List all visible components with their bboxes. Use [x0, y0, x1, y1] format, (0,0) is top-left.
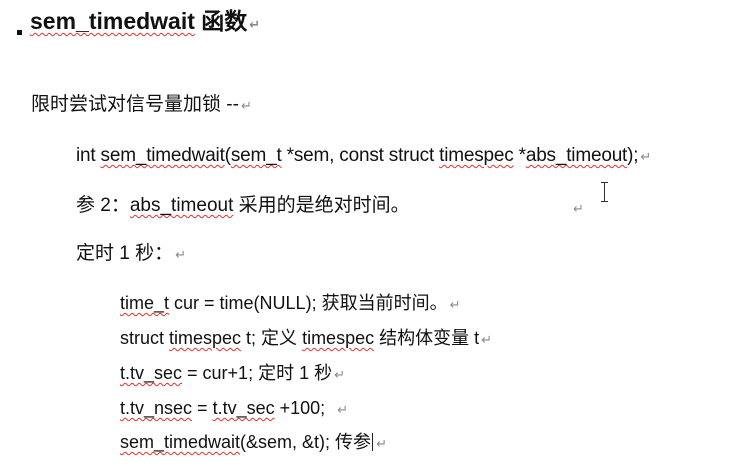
code-timespec-2: timespec: [302, 328, 375, 348]
code-line-2-suffix: 结构体变量 t: [374, 328, 480, 348]
code-line-1: time_t cur = time(NULL); 获取当前时间。 ↵: [120, 294, 460, 312]
text-caret: [372, 433, 374, 451]
code-line-5-text: (&sem, &t); 传参: [240, 432, 372, 452]
code-line-2-text: t; 定义: [241, 328, 303, 348]
code-sem-timedwait: sem_timedwait: [120, 432, 241, 452]
code-tv-nsec: t.tv_nsec: [120, 398, 193, 418]
timer-heading-label: 定时 1 秒：: [76, 243, 174, 264]
sig-params-text: *sem, const struct: [281, 145, 440, 166]
code-line-3: t.tv_sec = cur+1; 定时 1 秒 ↵: [120, 364, 345, 382]
title-suffix: 函数: [194, 8, 248, 34]
sig-sem-type: sem_t: [230, 145, 282, 166]
param-note-suffix: 采用的是绝对时间。: [233, 195, 410, 216]
title-function-name: sem_timedwait: [30, 8, 195, 34]
paragraph-mark-icon: ↵: [334, 367, 345, 382]
function-signature: int sem_timedwait(sem_t *sem, const stru…: [76, 146, 651, 165]
code-line-2: struct timespec t; 定义 timespec 结构体变量 t ↵: [120, 329, 492, 347]
paragraph-mark-icon: ↵: [249, 17, 261, 32]
sig-return-type: int: [76, 145, 101, 166]
code-line-4-suffix: +100;: [274, 398, 326, 418]
paragraph-mark-icon: ↵: [337, 402, 349, 417]
code-assign: =: [192, 398, 213, 418]
paragraph-mark-icon: ↵: [481, 332, 493, 347]
code-struct-keyword: struct: [120, 328, 170, 348]
paragraph-mark-icon: ↵: [449, 297, 461, 312]
heading-bullet: [17, 30, 22, 35]
sig-close-paren: );: [627, 145, 639, 166]
code-line-4: t.tv_nsec = t.tv_sec +100; ↵: [120, 399, 348, 417]
sig-function-name: sem_timedwait: [100, 145, 225, 166]
paragraph-mark-icon: ↵: [175, 247, 187, 262]
sig-timespec-type: timespec: [439, 145, 514, 166]
code-timespec: timespec: [169, 328, 242, 348]
sig-pointer-star: *: [513, 145, 526, 166]
paragraph-mark-icon: ↵: [240, 98, 252, 113]
code-tv-sec: t.tv_sec: [120, 363, 183, 383]
page-title: sem_timedwait 函数 ↵: [30, 10, 260, 33]
code-line-5: sem_timedwait(&sem, &t); 传参 ↵: [120, 433, 387, 451]
ibeam-cursor-icon: [600, 181, 610, 203]
code-line-3-text: = cur+1; 定时 1 秒: [182, 363, 333, 383]
code-line-1-text: cur = time(NULL); 获取当前时间。: [169, 293, 448, 313]
sig-abs-timeout: abs_timeout: [525, 145, 628, 166]
code-tv-sec-2: t.tv_sec: [212, 398, 275, 418]
paragraph-mark-icon: ↵: [573, 201, 584, 216]
intro-text: 限时尝试对信号量加锁 -- ↵: [31, 95, 252, 114]
code-time-t: time_t: [120, 293, 170, 313]
param-note: 参 2：abs_timeout 采用的是绝对时间。: [76, 196, 410, 215]
param-note-prefix: 参 2：: [76, 195, 130, 216]
param-note-abs-timeout: abs_timeout: [129, 195, 234, 216]
paragraph-mark-icon: ↵: [376, 436, 387, 451]
timer-heading: 定时 1 秒： ↵: [76, 244, 186, 263]
intro-label: 限时尝试对信号量加锁 --: [31, 94, 239, 115]
paragraph-mark-icon: ↵: [640, 149, 652, 164]
document-page[interactable]: sem_timedwait 函数 ↵ 限时尝试对信号量加锁 -- ↵ int sem…: [0, 0, 733, 468]
